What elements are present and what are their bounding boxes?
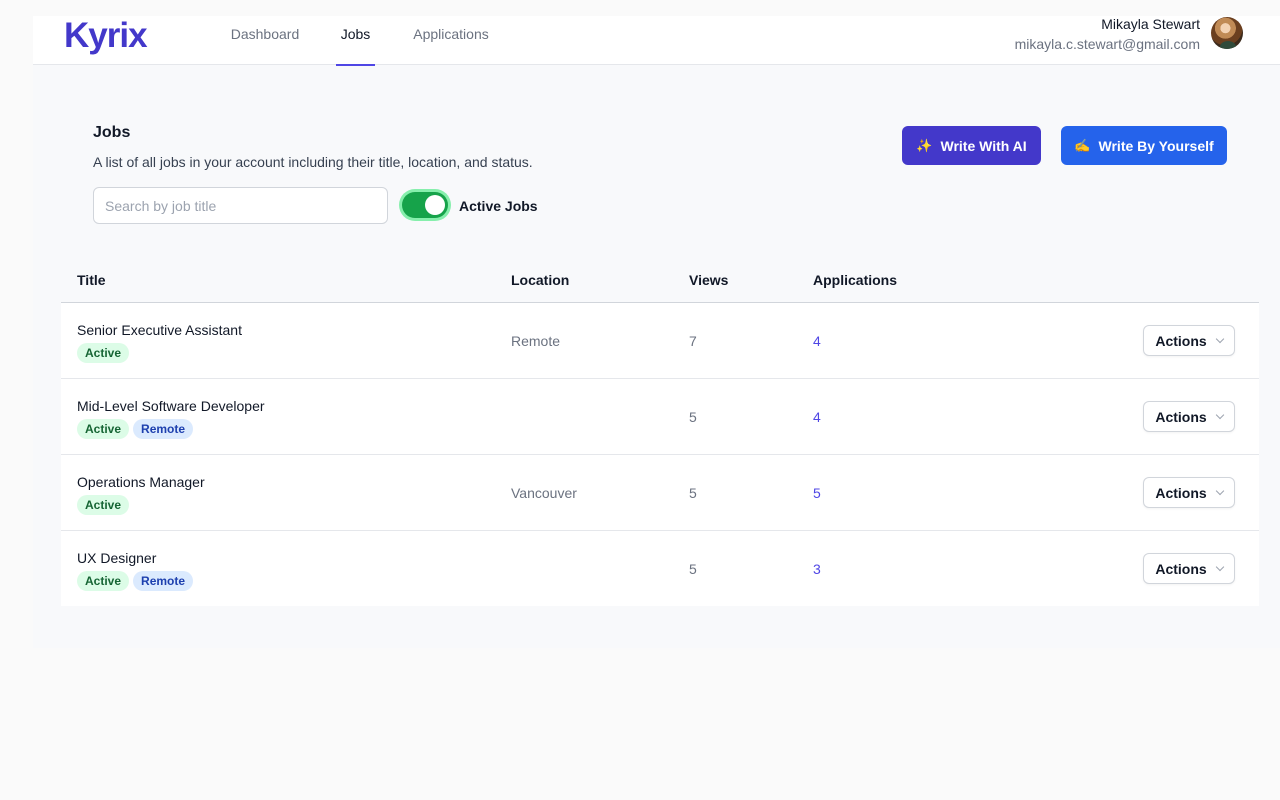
avatar[interactable] [1211, 17, 1243, 49]
search-input[interactable] [93, 187, 388, 224]
actions-dropdown[interactable]: Actions [1143, 325, 1235, 356]
job-applications-link[interactable]: 3 [813, 561, 821, 577]
job-views: 5 [689, 409, 697, 425]
job-location: Remote [511, 333, 561, 349]
job-badges: Active [77, 495, 130, 515]
active-jobs-toggle[interactable] [402, 192, 448, 218]
logo[interactable]: Kyrix [64, 17, 148, 55]
job-title[interactable]: Mid-Level Software Developer [77, 398, 265, 414]
write-by-yourself-label: Write By Yourself [1098, 137, 1214, 154]
nav-dashboard[interactable]: Dashboard [229, 16, 301, 65]
job-badges: Active Remote [77, 419, 194, 439]
actions-dropdown[interactable]: Actions [1143, 477, 1235, 508]
job-views: 7 [689, 333, 697, 349]
user-info[interactable]: Mikayla Stewart mikayla.c.stewart@gmail.… [1015, 16, 1200, 53]
actions-dropdown[interactable]: Actions [1143, 401, 1235, 432]
status-badge: Active [77, 343, 130, 363]
actions-dropdown[interactable]: Actions [1143, 553, 1235, 584]
jobs-table: Title Location Views Applications Senior… [61, 259, 1259, 606]
toggle-knob [425, 195, 445, 215]
sparkles-icon: ✨ [916, 137, 933, 153]
job-badges: Active Remote [77, 571, 194, 591]
job-applications-link[interactable]: 4 [813, 409, 821, 425]
active-jobs-label: Active Jobs [459, 198, 538, 214]
app-container: Kyrix Dashboard Jobs Applications Mikayl… [33, 16, 1280, 648]
actions-label: Actions [1155, 408, 1207, 425]
writing-hand-icon: ✍️ [1074, 137, 1091, 153]
actions-label: Actions [1155, 332, 1207, 349]
chevron-down-icon [1215, 562, 1224, 571]
chevron-down-icon [1215, 334, 1224, 343]
job-applications-link[interactable]: 5 [813, 485, 821, 501]
chevron-down-icon [1215, 410, 1224, 419]
job-title[interactable]: UX Designer [77, 550, 156, 566]
nav-applications[interactable]: Applications [410, 16, 492, 65]
remote-badge: Remote [133, 571, 194, 591]
column-header-location: Location [511, 272, 570, 288]
status-badge: Active [77, 571, 130, 591]
chevron-down-icon [1215, 486, 1224, 495]
column-header-title: Title [77, 272, 106, 288]
status-badge: Active [77, 419, 130, 439]
user-name: Mikayla Stewart [1101, 16, 1200, 32]
job-badges: Active [77, 343, 130, 363]
write-with-ai-button[interactable]: ✨ Write With AI [902, 126, 1041, 165]
remote-badge: Remote [133, 419, 194, 439]
job-title[interactable]: Operations Manager [77, 474, 205, 490]
job-location: Vancouver [511, 485, 577, 501]
table-row: Mid-Level Software Developer Active Remo… [61, 379, 1259, 455]
user-email: mikayla.c.stewart@gmail.com [1014, 36, 1200, 52]
status-badge: Active [77, 495, 130, 515]
column-header-applications: Applications [813, 272, 898, 288]
top-header: Kyrix Dashboard Jobs Applications Mikayl… [33, 16, 1280, 66]
actions-label: Actions [1155, 484, 1207, 501]
page-title: Jobs [93, 124, 131, 141]
job-title[interactable]: Senior Executive Assistant [77, 322, 242, 338]
actions-label: Actions [1155, 560, 1207, 577]
table-row: Senior Executive Assistant Active Remote… [61, 303, 1259, 379]
job-views: 5 [689, 561, 697, 577]
page-description: A list of all jobs in your account inclu… [93, 154, 533, 170]
table-row: UX Designer Active Remote 5 3 Actions [61, 531, 1259, 606]
table-row: Operations Manager Active Vancouver 5 5 … [61, 455, 1259, 531]
column-header-views: Views [689, 272, 729, 288]
job-applications-link[interactable]: 4 [813, 333, 821, 349]
job-views: 5 [689, 485, 697, 501]
table-header: Title Location Views Applications [61, 259, 1259, 303]
write-by-yourself-button[interactable]: ✍️ Write By Yourself [1061, 126, 1227, 165]
nav-jobs[interactable]: Jobs [336, 16, 375, 66]
write-with-ai-label: Write With AI [940, 137, 1027, 154]
